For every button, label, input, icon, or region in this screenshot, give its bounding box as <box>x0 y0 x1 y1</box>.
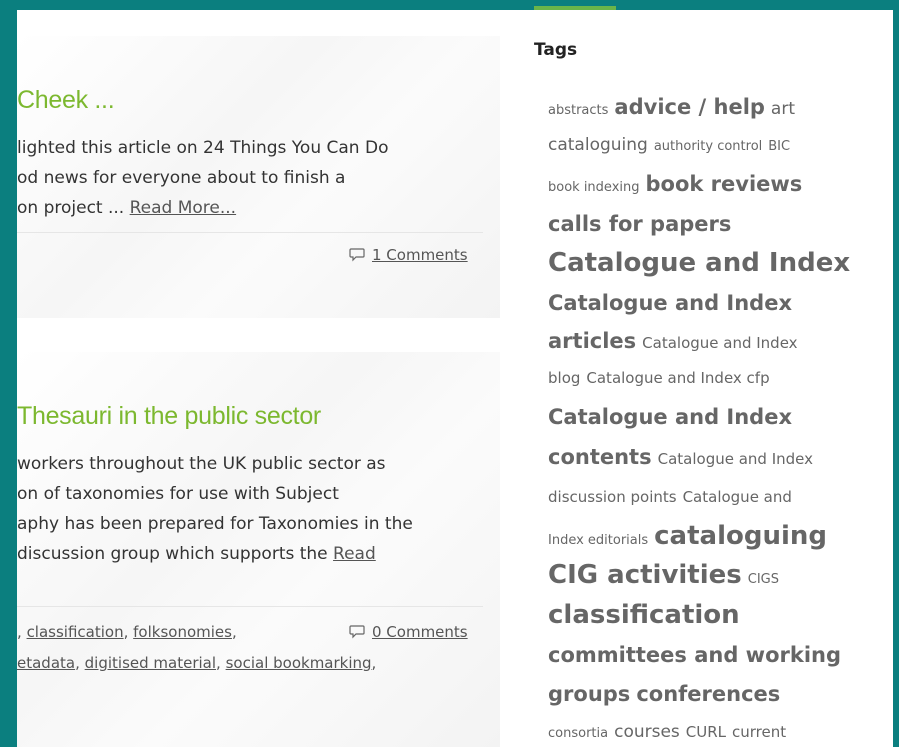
tag-link[interactable]: committees and working <box>548 643 841 667</box>
tag-cloud-line: Index editorials cataloguing <box>548 517 893 555</box>
tag-link[interactable]: groups <box>548 682 630 706</box>
tag-cloud-line: contents Catalogue and Index <box>548 437 893 477</box>
post-excerpt: lighted this article on 24 Things You Ca… <box>17 133 492 223</box>
tag-link[interactable]: calls for papers <box>548 212 731 236</box>
tag-cloud-line: committees and working <box>548 635 893 675</box>
tag-cloud: abstracts advice / help art cataloguing aut… <box>548 88 893 751</box>
tag-link[interactable]: blog <box>548 369 580 387</box>
excerpt-text: on project ... <box>17 198 130 218</box>
top-frame-border <box>0 0 899 10</box>
excerpt-line: od news for everyone about to finish a <box>17 168 346 188</box>
separator: , <box>216 654 221 672</box>
tag-link[interactable]: advice / help <box>614 95 765 119</box>
tag-cloud-line: book indexing book reviews <box>548 164 893 205</box>
tag-link[interactable]: Catalogue and Index <box>548 405 792 429</box>
post-tag-link[interactable]: digitised material <box>85 654 216 672</box>
active-tab-indicator <box>534 6 616 10</box>
tags-heading: Tags <box>534 40 578 60</box>
tag-link[interactable]: Catalogue and Index <box>658 450 813 468</box>
tag-cloud-line: calls for papers <box>548 205 893 243</box>
tag-link[interactable]: art <box>771 99 795 119</box>
tag-link[interactable]: BIC <box>768 139 790 154</box>
tag-link[interactable]: discussion points <box>548 488 677 506</box>
excerpt-line: on of taxonomies for use with Subject <box>17 484 339 504</box>
separator: , <box>123 623 129 641</box>
tag-link[interactable]: classification <box>548 600 740 630</box>
post-tag-row: etadata, digitised material, social book… <box>17 648 376 679</box>
comment-bubble-icon <box>349 248 365 262</box>
separator: , <box>371 654 377 672</box>
tag-cloud-line: articles Catalogue and Index <box>548 323 893 359</box>
read-more-link[interactable]: Read <box>333 544 376 564</box>
tag-link[interactable]: CIGS <box>748 572 779 587</box>
comments-count: 1 Comments <box>349 246 468 264</box>
post-tag-list: , classification, folksonomies, etadata,… <box>17 617 376 679</box>
tag-link[interactable]: current <box>732 723 786 741</box>
excerpt-line: aphy has been prepared for Taxonomies in… <box>17 514 413 534</box>
post-title-link[interactable]: Cheek ... <box>17 86 115 115</box>
comments-link[interactable]: 0 Comments <box>372 623 468 641</box>
tag-cloud-line: Catalogue and Index <box>548 283 893 323</box>
tag-cloud-line: Catalogue and Index <box>548 243 893 283</box>
tag-cloud-line: abstracts advice / help art <box>548 88 893 126</box>
tag-cloud-line: blog Catalogue and Index cfp <box>548 359 893 397</box>
tag-link[interactable]: CURL <box>686 723 726 741</box>
tag-link[interactable]: Catalogue and Index cfp <box>586 369 769 387</box>
tag-cloud-line: consortia courses CURL current <box>548 713 893 751</box>
tag-link[interactable]: cataloguing <box>654 521 827 551</box>
excerpt-line: lighted this article on 24 Things You Ca… <box>17 138 389 158</box>
tag-cloud-line: discussion points Catalogue and <box>548 477 893 517</box>
post-excerpt: workers throughout the UK public sector … <box>17 449 492 569</box>
post-tag-link[interactable]: classification <box>27 623 124 641</box>
tag-link[interactable]: book reviews <box>646 172 803 196</box>
tag-cloud-line: Catalogue and Index <box>548 397 893 437</box>
blog-post-card: Cheek ... lighted this article on 24 Thi… <box>17 36 500 318</box>
excerpt-line: discussion group which supports the Read <box>17 539 492 569</box>
read-more-link[interactable]: Read More... <box>130 198 236 218</box>
tag-cloud-line: classification <box>548 595 893 635</box>
post-tag-link[interactable]: social bookmarking <box>226 654 372 672</box>
tag-link[interactable]: book indexing <box>548 180 640 195</box>
separator: , <box>75 654 80 672</box>
tag-link[interactable]: articles <box>548 329 636 353</box>
left-frame-border <box>0 0 17 747</box>
comments-link[interactable]: 1 Comments <box>372 246 468 264</box>
tag-link[interactable]: Index editorials <box>548 533 648 548</box>
post-divider <box>17 606 483 607</box>
excerpt-line: on project ... Read More... <box>17 193 492 223</box>
tag-link[interactable]: courses <box>614 722 680 742</box>
blog-post-card: Thesauri in the public sector workers th… <box>17 352 500 747</box>
tag-cloud-line: groups conferences <box>548 675 893 713</box>
tag-link[interactable]: Catalogue and <box>683 488 792 506</box>
tag-cloud-line: cataloguing authority control BIC <box>548 126 893 164</box>
tag-link[interactable]: Catalogue and Index <box>642 334 797 352</box>
post-divider <box>17 232 483 233</box>
post-tag-link[interactable]: etadata <box>17 654 75 672</box>
tag-link[interactable]: conferences <box>636 682 780 706</box>
tag-link[interactable]: Catalogue and Index <box>548 248 850 278</box>
tag-link[interactable]: Catalogue and Index <box>548 291 792 315</box>
tag-link[interactable]: abstracts <box>548 103 608 118</box>
right-frame-border <box>893 0 899 747</box>
comment-bubble-icon <box>349 625 365 639</box>
tag-link[interactable]: CIG activities <box>548 560 742 590</box>
excerpt-line: workers throughout the UK public sector … <box>17 454 386 474</box>
tag-link[interactable]: authority control <box>654 139 762 154</box>
post-tag-row: , classification, folksonomies, <box>17 617 376 648</box>
post-title-link[interactable]: Thesauri in the public sector <box>17 402 321 431</box>
tag-cloud-line: CIG activities CIGS <box>548 555 893 595</box>
comments-count: 0 Comments <box>349 623 468 641</box>
tag-link[interactable]: contents <box>548 445 652 469</box>
separator: , <box>231 623 237 641</box>
tag-link[interactable]: cataloguing <box>548 135 648 155</box>
separator: , <box>17 623 22 641</box>
tag-link[interactable]: consortia <box>548 726 608 741</box>
excerpt-text: discussion group which supports the <box>17 544 334 564</box>
post-tag-link[interactable]: folksonomies <box>133 623 232 641</box>
